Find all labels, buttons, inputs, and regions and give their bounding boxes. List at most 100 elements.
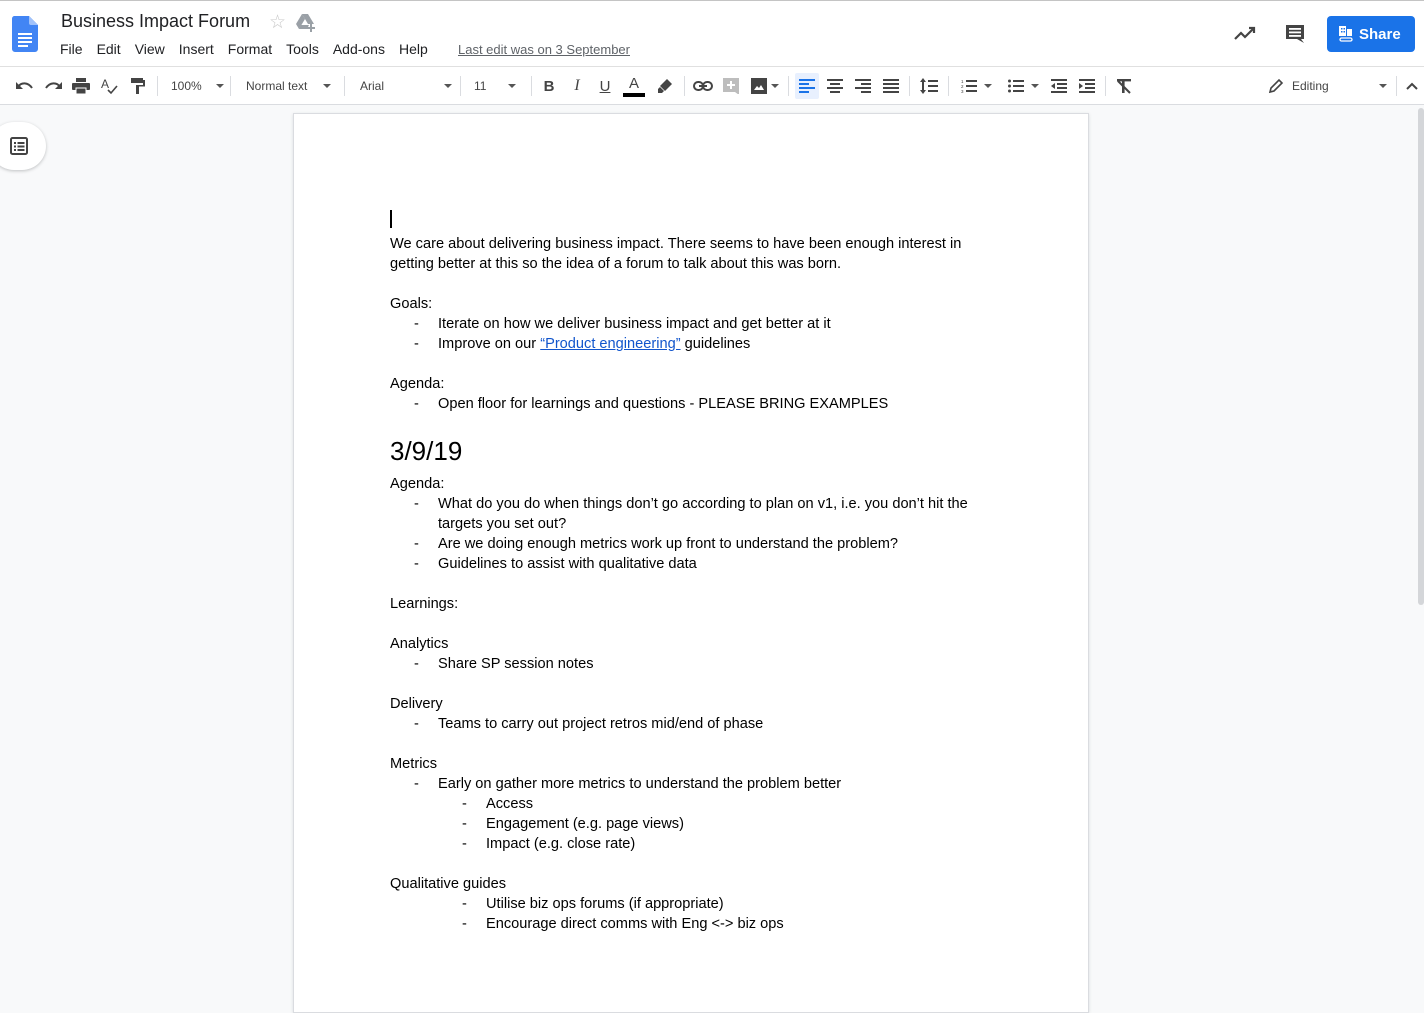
list-item-text: Share SP session notes: [438, 656, 594, 672]
toolbar-divider: [531, 76, 532, 96]
italic-icon: I: [574, 77, 580, 94]
redo-icon: [45, 82, 62, 89]
comments-icon[interactable]: [1284, 23, 1306, 45]
redo-button[interactable]: [42, 67, 64, 105]
list-item-text: guidelines: [680, 336, 751, 352]
nested-list-item: - Engagement (e.g. page views): [390, 814, 990, 834]
editing-mode-value: Editing: [1292, 79, 1329, 93]
list-item-text: What do you do when things don’t go acco…: [438, 496, 968, 532]
add-comment-button[interactable]: [720, 67, 742, 105]
numbered-list-button[interactable]: 123: [957, 67, 995, 105]
menu-help[interactable]: Help: [399, 41, 428, 57]
print-button[interactable]: [70, 67, 92, 105]
list-item: - Teams to carry out project retros mid/e…: [390, 714, 990, 734]
paint-format-button[interactable]: [127, 67, 149, 105]
list-item-text: Improve on our: [438, 336, 541, 352]
bold-icon: B: [543, 77, 555, 95]
menu-format[interactable]: Format: [228, 41, 272, 57]
undo-button[interactable]: [14, 67, 36, 105]
bullet-dash: -: [414, 496, 419, 512]
font-size-value: 11: [474, 79, 487, 93]
text-color-swatch: [623, 92, 645, 97]
toolbar-divider: [909, 76, 910, 96]
toolbar-divider: [1105, 76, 1106, 96]
increase-indent-button[interactable]: [1076, 67, 1098, 105]
toolbar-divider: [684, 76, 685, 96]
text-color-button[interactable]: A: [622, 67, 646, 105]
hide-menus-button[interactable]: [1402, 67, 1422, 105]
menu-insert[interactable]: Insert: [179, 41, 214, 57]
decrease-indent-button[interactable]: [1048, 67, 1070, 105]
docs-logo-icon[interactable]: [12, 16, 38, 52]
list-item: - What do you do when things don’t go acc…: [390, 494, 980, 534]
toolbar-divider: [157, 76, 158, 96]
list-item: - Share SP session notes: [390, 654, 990, 674]
menu-view[interactable]: View: [135, 41, 165, 57]
align-right-button[interactable]: [852, 67, 874, 105]
list-item-text: Iterate on how we deliver business impac…: [438, 316, 831, 332]
share-button[interactable]: Share: [1327, 16, 1415, 52]
bullet-dash: -: [414, 656, 419, 672]
list-item-text: Impact (e.g. close rate): [486, 836, 636, 852]
text-cursor: [390, 210, 392, 228]
highlight-button[interactable]: [655, 67, 675, 105]
zoom-select[interactable]: 100%: [164, 67, 224, 105]
list-item: - Improve on our “Product engineering” gu…: [390, 334, 990, 354]
menu-addons[interactable]: Add-ons: [333, 41, 385, 57]
delivery-label: Delivery: [390, 696, 443, 712]
document-body[interactable]: We care about delivering business impact…: [390, 208, 990, 934]
line-spacing-button[interactable]: [918, 67, 940, 105]
analytics-label: Analytics: [390, 636, 449, 652]
menu-tools[interactable]: Tools: [286, 41, 319, 57]
bullet-dash: -: [414, 316, 419, 332]
align-center-button[interactable]: [824, 67, 846, 105]
app-header: Business Impact Forum ☆ File Edit View I…: [0, 0, 1424, 66]
bullet-dash: -: [462, 836, 467, 852]
bulleted-list-button[interactable]: [1004, 67, 1042, 105]
clear-formatting-icon: [1117, 79, 1131, 94]
intro-paragraph: We care about delivering business impact…: [390, 236, 962, 272]
line-spacing-icon: [920, 78, 938, 94]
move-to-folder-icon[interactable]: [296, 14, 316, 32]
list-item: - Open floor for learnings and questions …: [390, 394, 990, 414]
share-building-icon: [1339, 26, 1353, 42]
scrollbar-thumb[interactable]: [1418, 108, 1424, 605]
insert-link-button[interactable]: [692, 67, 714, 105]
menu-edit[interactable]: Edit: [97, 41, 121, 57]
font-size-select[interactable]: 11: [466, 67, 526, 105]
star-icon[interactable]: ☆: [269, 12, 286, 34]
chevron-down-icon: [215, 84, 224, 88]
increase-indent-icon: [1079, 79, 1095, 93]
align-left-icon: [799, 79, 815, 93]
document-page[interactable]: We care about delivering business impact…: [293, 113, 1089, 1013]
paragraph-style-select[interactable]: Normal text: [238, 67, 338, 105]
list-item-text: Guidelines to assist with qualitative da…: [438, 556, 697, 572]
document-outline-button[interactable]: [0, 122, 46, 170]
activity-dashboard-icon[interactable]: [1234, 23, 1256, 45]
bullet-dash: -: [414, 776, 419, 792]
align-left-button[interactable]: [795, 73, 819, 99]
justify-icon: [883, 79, 899, 93]
underline-button[interactable]: U: [595, 67, 615, 105]
italic-button[interactable]: I: [567, 67, 587, 105]
list-item-text: Open floor for learnings and questions -…: [438, 396, 889, 412]
chevron-down-icon: [1030, 84, 1039, 88]
font-select[interactable]: Arial: [352, 67, 453, 105]
toolbar-divider: [460, 76, 461, 96]
menu-file[interactable]: File: [60, 41, 83, 57]
justify-button[interactable]: [880, 67, 902, 105]
spellcheck-button[interactable]: A: [98, 67, 120, 105]
bold-button[interactable]: B: [539, 67, 559, 105]
last-edit-link[interactable]: Last edit was on 3 September: [458, 42, 630, 57]
spellcheck-icon: A: [101, 77, 118, 95]
clear-formatting-button[interactable]: [1113, 67, 1135, 105]
document-title[interactable]: Business Impact Forum: [61, 11, 250, 32]
link-icon: [693, 81, 713, 91]
editing-mode-select[interactable]: Editing: [1262, 67, 1392, 105]
product-engineering-link[interactable]: “Product engineering”: [540, 336, 680, 352]
list-item-text: Utilise biz ops forums (if appropriate): [486, 896, 724, 912]
bullet-dash: -: [462, 796, 467, 812]
insert-image-button[interactable]: [748, 67, 782, 105]
share-label: Share: [1359, 25, 1401, 43]
pencil-icon: [1268, 78, 1284, 94]
